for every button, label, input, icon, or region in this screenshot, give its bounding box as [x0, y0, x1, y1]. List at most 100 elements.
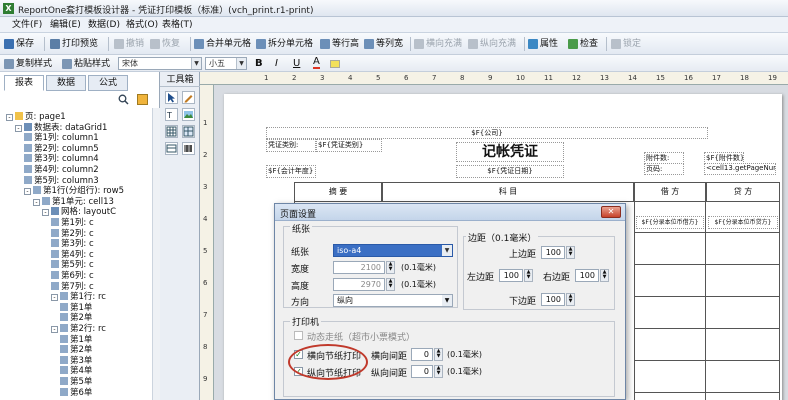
- col-credit-header[interactable]: 贷 方: [706, 182, 780, 202]
- h-gap-input[interactable]: 0: [411, 348, 433, 361]
- report-title[interactable]: 记帐凭证: [456, 142, 564, 162]
- height-input[interactable]: 2970: [333, 278, 385, 291]
- v-gap-input[interactable]: 0: [411, 365, 433, 378]
- tree-node[interactable]: 第7列: c: [51, 281, 94, 293]
- equal-row-height-button[interactable]: 等行高: [320, 36, 359, 52]
- tree-node[interactable]: 第1单: [60, 334, 92, 346]
- print-preview-button[interactable]: 打印预览: [50, 36, 98, 52]
- menu-file[interactable]: 文件(F): [8, 18, 46, 32]
- bottom-margin-input[interactable]: 100: [541, 293, 565, 306]
- tree-node[interactable]: 第3列: column4: [24, 154, 99, 165]
- right-margin-input[interactable]: 100: [575, 269, 599, 282]
- page-number-field[interactable]: <cell13.getPageNumber() +: [704, 163, 776, 175]
- tab-report[interactable]: 报表: [4, 75, 44, 91]
- split-cells-button[interactable]: 拆分单元格: [256, 36, 313, 52]
- v-gap-stepper[interactable]: ▲ ▼: [434, 365, 443, 378]
- layout-tool-icon[interactable]: [165, 142, 178, 155]
- bold-button[interactable]: B: [255, 56, 263, 72]
- equal-col-width-button[interactable]: 等列宽: [364, 36, 403, 52]
- tree-node[interactable]: 第2列: c: [51, 228, 94, 240]
- font-family-select[interactable]: 宋体 ▼: [118, 57, 202, 70]
- menu-data[interactable]: 数据(D): [84, 18, 124, 32]
- save-button[interactable]: 保存: [4, 36, 34, 52]
- image-tool-icon[interactable]: [182, 108, 195, 121]
- expander-icon[interactable]: -: [51, 294, 58, 302]
- right-margin-stepper[interactable]: ▲ ▼: [600, 269, 609, 282]
- check-button[interactable]: 检查: [568, 36, 598, 52]
- fill-color-icon[interactable]: [330, 60, 340, 68]
- edit-icon[interactable]: [137, 94, 148, 105]
- top-margin-stepper[interactable]: ▲ ▼: [566, 246, 575, 259]
- menu-edit[interactable]: 编辑(E): [46, 18, 85, 32]
- fill-vertical-button[interactable]: 纵向充满: [468, 36, 516, 52]
- bottom-margin-stepper[interactable]: ▲ ▼: [566, 293, 575, 306]
- tree-node[interactable]: - 页: page1: [6, 112, 66, 123]
- left-margin-stepper[interactable]: ▲ ▼: [524, 269, 533, 282]
- lock-button[interactable]: 锁定: [611, 36, 641, 52]
- fiscal-year-field[interactable]: $F{会计年度}: [266, 165, 316, 178]
- tree-node[interactable]: 第3列: c: [51, 239, 94, 250]
- tab-formula[interactable]: 公式: [88, 75, 128, 91]
- voucher-type-label[interactable]: 凭证类别:: [266, 139, 316, 152]
- width-input[interactable]: 2100: [333, 261, 385, 274]
- expander-icon[interactable]: -: [24, 188, 31, 196]
- voucher-date-field[interactable]: $F{凭证日期}: [456, 165, 564, 178]
- text-tool-icon[interactable]: [182, 91, 195, 104]
- undo-button[interactable]: 撤销: [114, 36, 144, 52]
- tree-node[interactable]: 第6单: [60, 387, 92, 399]
- expander-icon[interactable]: -: [6, 114, 13, 121]
- tree-node[interactable]: 第5单: [60, 377, 92, 388]
- tree-node[interactable]: 第1列: column1: [24, 133, 99, 144]
- tree-node[interactable]: 第6列: c: [51, 271, 94, 282]
- width-stepper[interactable]: ▲ ▼: [386, 261, 395, 274]
- col-account-header[interactable]: 科 目: [382, 182, 634, 202]
- col-debit-header[interactable]: 借 方: [634, 182, 706, 202]
- merge-cells-button[interactable]: 合并单元格: [194, 36, 251, 52]
- font-size-select[interactable]: 小五 ▼: [205, 57, 247, 70]
- pointer-tool-icon[interactable]: [165, 91, 178, 104]
- tree-node[interactable]: - 第1行: rc: [51, 292, 106, 303]
- tree-node[interactable]: 第2单: [60, 345, 92, 356]
- left-margin-input[interactable]: 100: [499, 269, 523, 282]
- font-color-button[interactable]: A: [313, 56, 320, 69]
- tree-node[interactable]: - 数据表: dataGrid1: [15, 122, 107, 134]
- menu-table[interactable]: 表格(T): [158, 18, 197, 32]
- tree-node[interactable]: - 第1行(分组行): row5: [24, 186, 124, 197]
- top-margin-input[interactable]: 100: [541, 246, 565, 259]
- tree-node[interactable]: 第5列: column3: [24, 175, 99, 187]
- expander-icon[interactable]: -: [51, 326, 58, 333]
- search-icon[interactable]: [118, 94, 129, 105]
- redo-button[interactable]: 恢复: [150, 36, 180, 52]
- tree-node[interactable]: 第4列: column2: [24, 165, 99, 176]
- copy-style-button[interactable]: 复制样式: [4, 56, 52, 72]
- close-button[interactable]: ✕: [601, 206, 621, 218]
- fill-horizontal-button[interactable]: 横向充满: [414, 36, 462, 52]
- italic-button[interactable]: I: [275, 56, 278, 72]
- tree-node[interactable]: 第5列: c: [51, 260, 94, 271]
- tree-node[interactable]: - 网格: layoutC: [42, 207, 116, 218]
- tree-node[interactable]: - 第2行: rc: [51, 324, 106, 335]
- label-tool-icon[interactable]: T: [165, 108, 178, 121]
- tree-node[interactable]: 第1列: c: [51, 218, 94, 229]
- expander-icon[interactable]: -: [15, 124, 22, 132]
- expander-icon[interactable]: -: [33, 198, 40, 206]
- barcode-tool-icon[interactable]: [182, 142, 195, 155]
- grid-tool-icon[interactable]: [165, 125, 178, 138]
- tree-scrollbar[interactable]: [152, 108, 160, 400]
- page-label[interactable]: 页码:: [644, 163, 684, 175]
- tree-node[interactable]: 第4单: [60, 366, 92, 377]
- h-gap-stepper[interactable]: ▲ ▼: [434, 348, 443, 361]
- debit-field[interactable]: $F{分录本位币借方}: [636, 216, 704, 229]
- paper-select[interactable]: iso-a4 ▼: [333, 244, 453, 257]
- tree-node[interactable]: 第2单: [60, 313, 92, 324]
- tab-data[interactable]: 数据: [46, 75, 86, 91]
- height-stepper[interactable]: ▲ ▼: [386, 278, 395, 291]
- credit-field[interactable]: $F{分录本位币贷方}: [708, 216, 778, 229]
- underline-button[interactable]: U: [293, 56, 300, 72]
- voucher-type-field[interactable]: $F{凭证类别}: [316, 139, 382, 152]
- expander-icon[interactable]: -: [42, 209, 49, 217]
- company-field[interactable]: $F{公司}: [266, 127, 708, 139]
- orientation-select[interactable]: 纵向 ▼: [333, 294, 453, 307]
- paste-style-button[interactable]: 粘贴样式: [62, 56, 110, 72]
- col-summary-header[interactable]: 摘 要: [294, 182, 382, 202]
